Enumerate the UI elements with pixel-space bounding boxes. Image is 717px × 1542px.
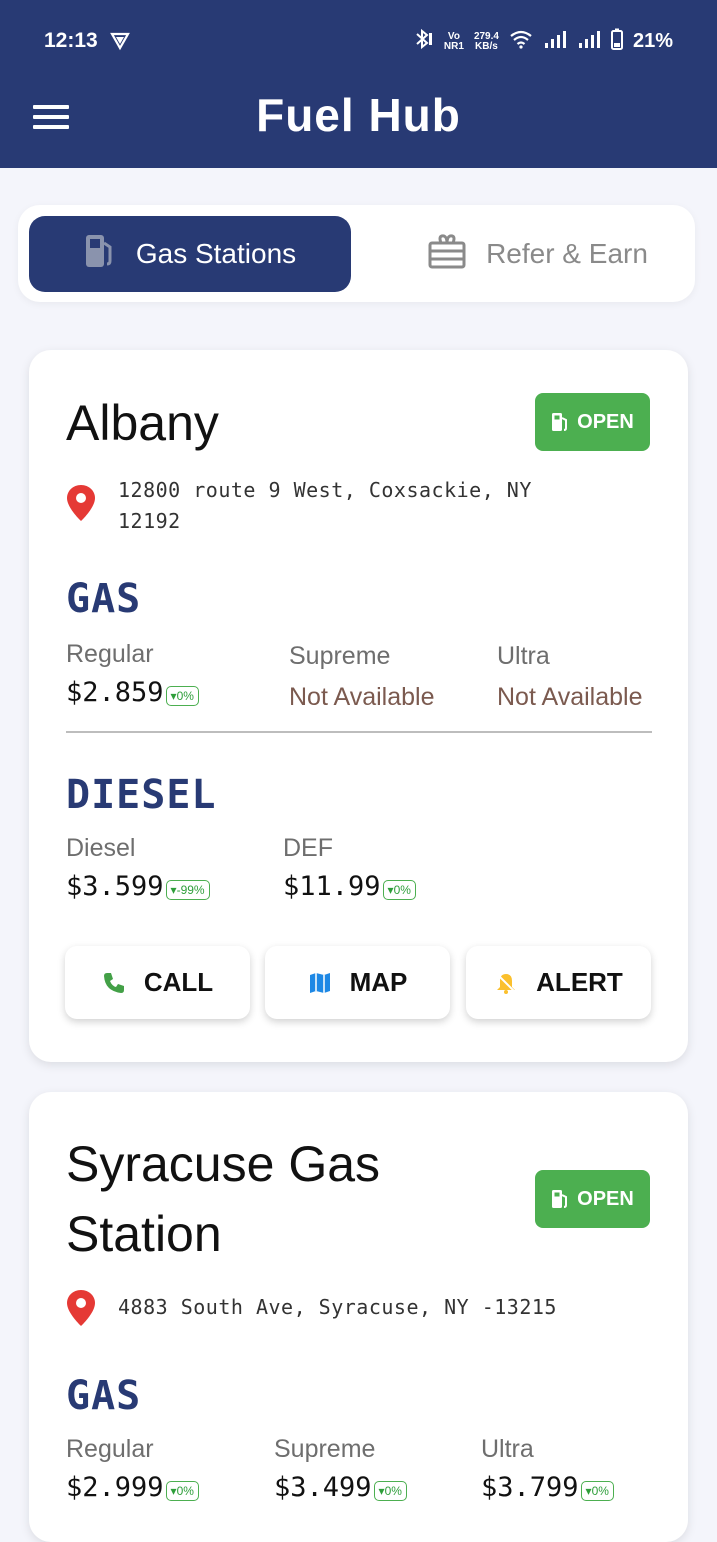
fuel-supreme: Supreme Not Available [289,642,434,712]
station-address: 12800 route 9 West, Coxsackie, NY 12192 [118,478,532,533]
fuel-supreme: Supreme $3.499 ▾ 0% [274,1435,407,1503]
fuel-regular: Regular $2.999 ▾ 0% [66,1435,199,1503]
tab-label: Gas Stations [135,238,297,269]
price-change-badge: ▾ 0% [373,1481,407,1501]
gas-section-title: GAS [66,576,142,622]
call-label: CALL [143,967,214,997]
fuel-regular: Regular $2.859 ▾ 0% [66,640,199,708]
bell-off-icon [496,972,516,994]
address-row: 4883 South Ave, Syracuse, NY -13215 [66,1290,638,1327]
fuel-price-row: $11.99 ▾ 0% [283,871,416,902]
fuel-price-row: $3.599 ▾ -99% [66,871,210,902]
fuel-price: $3.799 [481,1472,579,1503]
app-header: 12:13 Vo NR1 279.4 KB/s 21% Fuel Hub [0,0,717,168]
status-label: OPEN [577,1187,634,1210]
fuel-label: Supreme [274,1435,376,1463]
tab-gas-stations[interactable]: Gas Stations [29,216,351,292]
diesel-section-title: DIESEL [66,772,217,818]
section-divider [66,731,652,733]
call-button[interactable]: CALL [65,946,250,1019]
price-change-badge: ▾ 0% [382,880,416,900]
fuel-diesel: Diesel $3.599 ▾ -99% [66,834,210,902]
fuel-price-row: $3.799 ▾ 0% [481,1472,614,1503]
fuel-price: $2.999 [66,1472,164,1503]
volte-top: Vo [447,30,460,42]
fuel-unavailable: Not Available [289,683,435,711]
volte-bottom: NR1 [443,40,464,52]
fuel-label: Supreme [289,642,391,670]
open-status-badge[interactable]: OPEN [535,393,650,451]
gift-icon [428,233,466,276]
location-pin-icon [67,1290,95,1326]
fuel-label: Ultra [481,1435,534,1463]
fuel-label: Diesel [66,834,136,862]
fuel-price-row: $2.859 ▾ 0% [66,677,199,708]
price-change: 0% [176,1484,194,1498]
fuel-def: DEF $11.99 ▾ 0% [283,834,416,902]
fuel-price: $11.99 [283,871,381,902]
price-change: 0% [384,1484,402,1498]
fuel-label: Ultra [497,642,550,670]
tab-refer-earn[interactable]: Refer & Earn [398,216,678,292]
vpn-icon [110,31,130,56]
fuel-ultra: Ultra $3.799 ▾ 0% [481,1435,614,1503]
station-name: Syracuse Gas Station [66,1136,381,1262]
address-row: 12800 route 9 West, Coxsackie, NY 12192 [66,475,598,537]
volte-indicator: Vo NR1 [443,30,464,52]
price-change-badge: ▾ 0% [165,686,199,706]
fuel-ultra: Ultra Not Available [497,642,642,712]
price-change: -99% [176,883,205,897]
station-address: 4883 South Ave, Syracuse, NY -13215 [118,1295,557,1319]
map-button[interactable]: MAP [265,946,450,1019]
gas-section-title: GAS [66,1373,142,1419]
fuel-label: DEF [283,834,333,862]
station-card: Albany OPEN 12800 route 9 West, Coxsacki… [29,350,688,1062]
app-title: Fuel Hub [256,89,461,141]
alert-button[interactable]: ALERT [466,946,651,1019]
price-change: 0% [176,689,194,703]
status-label: OPEN [577,410,634,433]
fuel-unavailable: Not Available [497,683,643,711]
speed-value: 279.4 [473,30,499,42]
fuel-label: Regular [66,640,154,668]
tab-bar: Gas Stations Refer & Earn [18,205,695,302]
signal-icon [543,29,567,54]
open-status-badge[interactable]: OPEN [535,1170,650,1228]
battery-icon [610,28,623,55]
fuel-price: $3.499 [274,1472,372,1503]
gas-pump-icon [84,233,116,276]
bluetooth-icon [412,28,434,55]
phone-icon [103,972,124,993]
station-name: Albany [66,395,219,451]
station-card: Syracuse Gas Station OPEN 4883 South Ave… [29,1092,688,1542]
fuel-label: Regular [66,1435,154,1463]
price-change-badge: ▾ 0% [165,1481,199,1501]
fuel-price: $2.859 [66,677,164,708]
map-label: MAP [349,967,408,997]
map-icon [309,972,330,993]
status-time: 12:13 [44,29,98,52]
price-change: 0% [393,883,411,897]
fuel-price: $3.599 [66,871,164,902]
tab-label: Refer & Earn [486,238,648,269]
price-change-badge: ▾ 0% [580,1481,614,1501]
battery-percent: 21% [632,30,673,52]
status-bar: 12:13 Vo NR1 279.4 KB/s 21% [0,0,717,85]
fuel-price-row: $3.499 ▾ 0% [274,1472,407,1503]
price-change: 0% [591,1484,609,1498]
price-change-badge: ▾ -99% [165,880,210,900]
wifi-icon [509,29,533,54]
gas-pump-icon [552,1190,568,1208]
location-pin-icon [67,485,95,521]
fuel-price-row: $2.999 ▾ 0% [66,1472,199,1503]
speed-unit: KB/s [475,40,498,52]
status-icons: Vo NR1 279.4 KB/s 21% [412,28,673,55]
alert-label: ALERT [536,967,623,997]
network-speed: 279.4 KB/s [473,30,499,52]
signal-icon-2 [577,29,601,54]
gas-pump-icon [552,413,568,431]
